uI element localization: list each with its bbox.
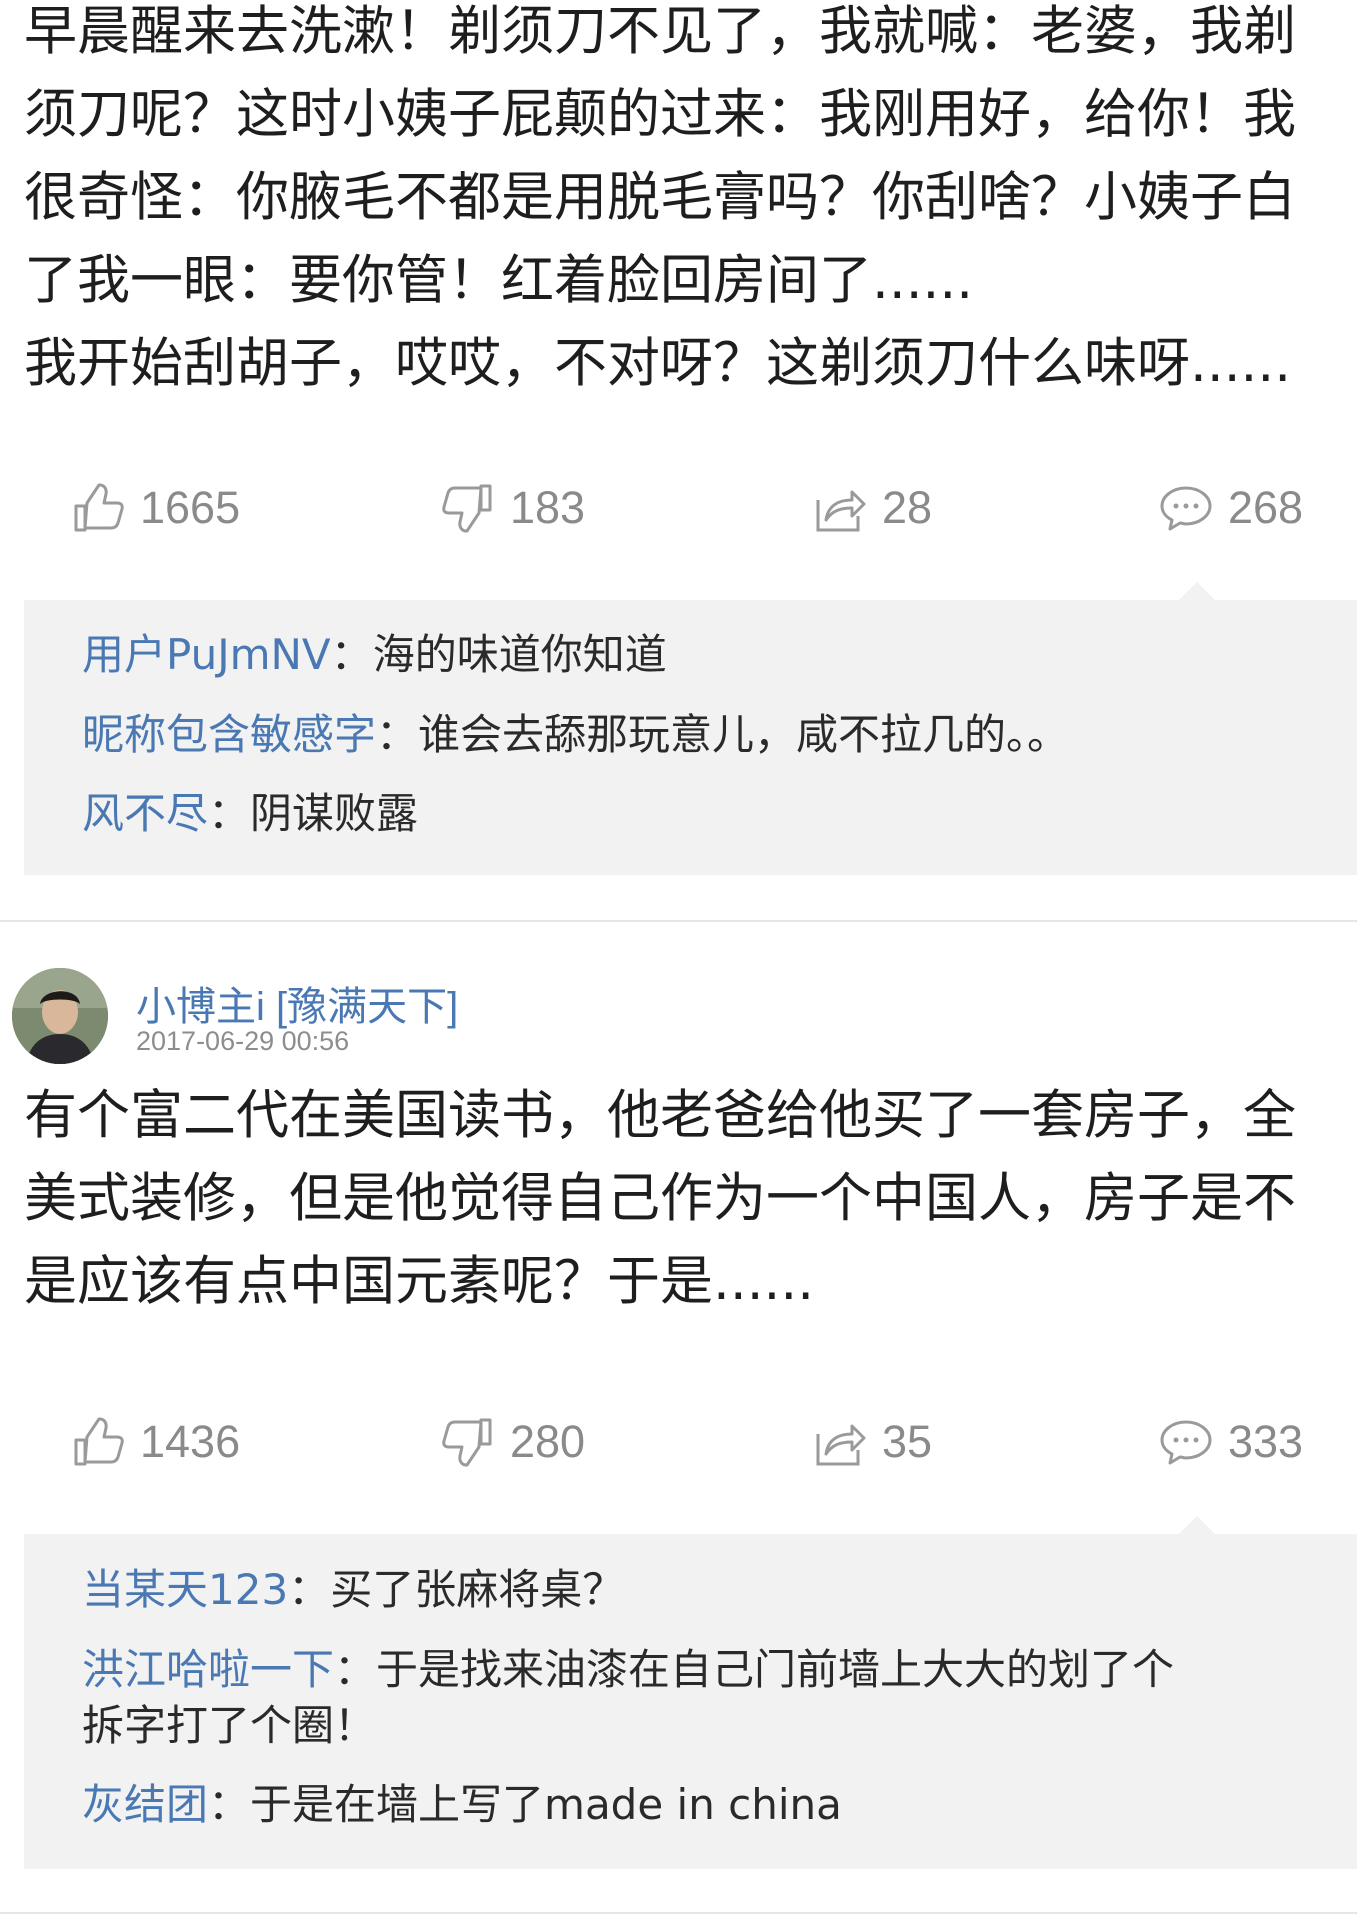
share-count: 35 — [882, 1416, 933, 1467]
post-line: 我开始刮胡子，哎哎，不对呀？这剃须刀什么味呀...... — [24, 333, 1292, 394]
dislike-button[interactable]: 183 — [440, 478, 585, 538]
comment-separator: ： — [288, 1565, 331, 1614]
share-button[interactable]: 28 — [812, 478, 932, 538]
dislike-count: 183 — [510, 482, 586, 533]
comment-separator: ： — [208, 1780, 251, 1829]
comment-text: 买了张麻将桌？ — [330, 1565, 625, 1614]
post-1-text[interactable]: 早晨醒来去洗漱！剃须刀不见了，我就喊：老婆，我剃 须刀呢？这时小姨子屁颠的过来：… — [24, 0, 1357, 405]
post-line: 美式装修，但是他觉得自己作为一个中国人，房子是不 — [24, 1168, 1296, 1229]
post-line: 须刀呢？这时小姨子屁颠的过来：我刚用好，给你！我 — [24, 84, 1296, 145]
comment-text-continued: 拆字打了个圈！ — [82, 1701, 377, 1750]
post-timestamp: 2017-06-29 00:56 — [136, 1026, 350, 1056]
comment-item[interactable]: 昵称包含敏感字：谁会去舔那玩意儿，咸不拉几的。。 — [82, 707, 1312, 763]
share-count: 28 — [882, 482, 933, 533]
comment-separator: ： — [208, 789, 251, 838]
post-line: 早晨醒来去洗漱！剃须刀不见了，我就喊：老婆，我剃 — [24, 1, 1296, 62]
comment-text: 于是找来油漆在自己门前墙上大大的划了个 — [376, 1645, 1175, 1694]
comment-separator: ： — [376, 710, 419, 759]
comment-text: 谁会去舔那玩意儿，咸不拉几的。。 — [418, 710, 1070, 759]
like-button[interactable]: 1665 — [70, 478, 240, 538]
share-icon — [812, 480, 868, 536]
comment-bubble-icon — [1158, 480, 1214, 536]
post-line: 了我一眼：要你管！红着脸回房间了...... — [24, 250, 974, 311]
comment-text: 于是在墙上写了made in china — [250, 1780, 842, 1829]
thumbs-up-icon — [70, 480, 126, 536]
hot-comments-box: 当某天123：买了张麻将桌？ 洪江哈啦一下：于是找来油漆在自己门前墙上大大的划了… — [24, 1516, 1357, 1869]
comment-button[interactable]: 333 — [1158, 1412, 1303, 1472]
comment-bubble-icon — [1158, 1414, 1214, 1470]
comment-text: 阴谋败露 — [250, 789, 419, 838]
comment-separator: ： — [334, 1645, 377, 1694]
comment-username[interactable]: 用户PuJmNV — [82, 630, 331, 679]
comment-item[interactable]: 风不尽：阴谋败露 — [82, 786, 1312, 842]
comment-box-caret — [1179, 582, 1215, 600]
comment-count: 333 — [1228, 1416, 1304, 1467]
comment-item[interactable]: 用户PuJmNV：海的味道你知道 — [82, 627, 1312, 683]
post-2-text[interactable]: 有个富二代在美国读书，他老爸给他买了一套房子，全 美式装修，但是他觉得自己作为一… — [24, 1074, 1357, 1323]
comment-text: 海的味道你知道 — [372, 630, 667, 679]
hot-comments-box: 用户PuJmNV：海的味道你知道 昵称包含敏感字：谁会去舔那玩意儿，咸不拉几的。… — [24, 582, 1357, 875]
comment-username[interactable]: 当某天123 — [82, 1565, 288, 1614]
dislike-count: 280 — [510, 1416, 586, 1467]
post-divider — [0, 1912, 1357, 1914]
like-button[interactable]: 1436 — [70, 1412, 240, 1472]
share-button[interactable]: 35 — [812, 1412, 932, 1472]
dislike-button[interactable]: 280 — [440, 1412, 585, 1472]
comment-item[interactable]: 洪江哈啦一下：于是找来油漆在自己门前墙上大大的划了个拆字打了个圈！ — [82, 1642, 1312, 1754]
thumbs-down-icon — [440, 1414, 496, 1470]
thumbs-up-icon — [70, 1414, 126, 1470]
comment-item[interactable]: 当某天123：买了张麻将桌？ — [82, 1562, 1312, 1618]
author-name[interactable]: 小博主i [豫满天下] — [136, 974, 458, 1032]
share-icon — [812, 1414, 868, 1470]
post-line: 很奇怪：你腋毛不都是用脱毛膏吗？你刮啥？小姨子白 — [24, 167, 1296, 228]
comment-button[interactable]: 268 — [1158, 478, 1303, 538]
comment-username[interactable]: 灰结团 — [82, 1780, 208, 1829]
comment-item[interactable]: 灰结团：于是在墙上写了made in china — [82, 1777, 1312, 1833]
post-1: 早晨醒来去洗漱！剃须刀不见了，我就喊：老婆，我剃 须刀呢？这时小姨子屁颠的过来：… — [0, 0, 1357, 875]
comment-box-caret — [1179, 1516, 1215, 1534]
comment-separator: ： — [330, 630, 373, 679]
post-line: 是应该有点中国元素呢？于是...... — [24, 1251, 815, 1312]
like-count: 1665 — [140, 482, 241, 533]
post-2: 小博主i [豫满天下] 2017-06-29 00:56 有个富二代在美国读书，… — [0, 922, 1357, 1922]
post-2-actions: 1436 280 35 333 — [0, 1412, 1357, 1472]
thumbs-down-icon — [440, 480, 496, 536]
comment-username[interactable]: 洪江哈啦一下 — [82, 1645, 334, 1694]
comment-username[interactable]: 昵称包含敏感字 — [82, 710, 376, 759]
post-line: 有个富二代在美国读书，他老爸给他买了一套房子，全 — [24, 1085, 1296, 1146]
post-1-actions: 1665 183 28 268 — [0, 478, 1357, 538]
comment-username[interactable]: 风不尽 — [82, 789, 208, 838]
like-count: 1436 — [140, 1416, 241, 1467]
author-avatar[interactable] — [12, 968, 108, 1064]
comment-count: 268 — [1228, 482, 1304, 533]
